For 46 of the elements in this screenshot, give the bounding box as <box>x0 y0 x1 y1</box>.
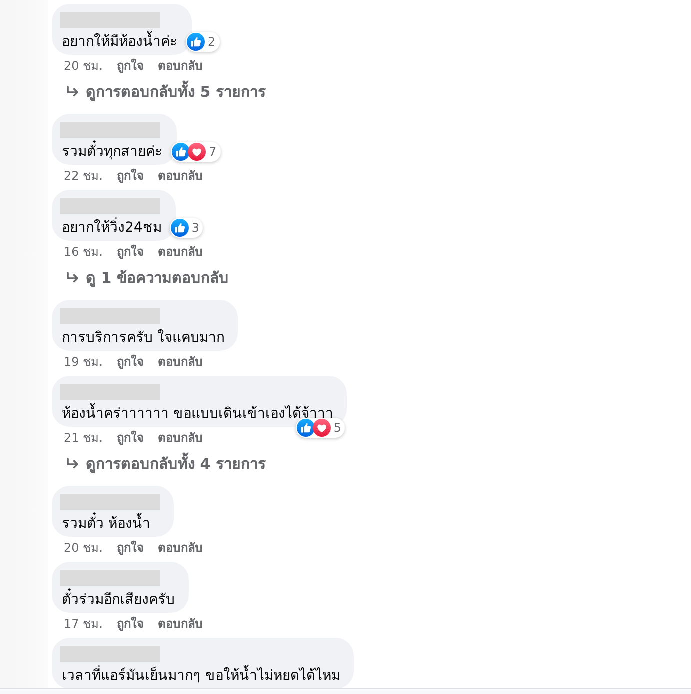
comment-text: อยากให้วิ่ง24ชม <box>60 218 162 238</box>
like-action-link[interactable]: ถูกใจ <box>116 244 144 260</box>
comment-time-link[interactable]: 20 ชม. <box>64 540 103 556</box>
reaction-count: 7 <box>209 144 217 160</box>
reply-action-link[interactable]: ตอบกลับ <box>158 540 203 556</box>
reply-arrow-icon <box>66 272 80 284</box>
thumbs-up-icon <box>170 219 189 237</box>
like-action-link[interactable]: ถูกใจ <box>116 354 144 370</box>
comment-time-link[interactable]: 19 ชม. <box>64 354 103 370</box>
comment-time-link[interactable]: 22 ชม. <box>64 168 103 184</box>
like-action-link[interactable]: ถูกใจ <box>116 168 144 184</box>
view-replies-link[interactable]: ดู 1 ข้อความตอบกลับ <box>66 268 229 288</box>
comment-text: การบริการครับ ใจแคบมาก <box>61 328 224 348</box>
like-action-link[interactable]: ถูกใจ <box>116 58 144 74</box>
view-replies-link[interactable]: ดูการตอบกลับทั้ง 5 รายการ <box>66 82 266 102</box>
reaction-count: 3 <box>192 220 200 236</box>
reaction-count: 2 <box>208 34 216 50</box>
comment-text: รวมตั๋ว ห้องน้ำ <box>60 514 160 534</box>
reaction-badge[interactable]: 7 <box>171 142 221 162</box>
thumbs-up-icon <box>172 143 190 161</box>
comment-time-link[interactable]: 21 ชม. <box>64 430 103 446</box>
like-action-link[interactable]: ถูกใจ <box>116 540 144 556</box>
reply-action-link[interactable]: ตอบกลับ <box>158 168 203 184</box>
reply-arrow-icon <box>66 458 80 470</box>
reply-arrow-icon <box>66 86 80 98</box>
reaction-count: 5 <box>334 420 342 436</box>
comment-text: อยากให้มีห้องน้ำค่ะ <box>60 32 178 52</box>
comment-text: รวมตั๋วทุกสายค่ะ <box>60 142 163 162</box>
comment-text: เวลาที่แอร์มันเย็นมากๆ ขอให้น้ำไม่หยดได้ไหม <box>60 666 340 686</box>
like-action-link[interactable]: ถูกใจ <box>116 616 144 632</box>
thumbs-up-icon <box>296 419 315 437</box>
thumbs-up-icon <box>187 33 205 51</box>
comment-text: ตั๋วร่วมอีกเสียงครับ <box>60 590 175 610</box>
reaction-badge[interactable]: 2 <box>186 32 220 52</box>
reply-action-link[interactable]: ตอบกลับ <box>158 616 203 632</box>
view-replies-link[interactable]: ดูการตอบกลับทั้ง 4 รายการ <box>66 454 266 474</box>
reply-action-link[interactable]: ตอบกลับ <box>158 244 203 260</box>
comment-time-link[interactable]: 20 ชม. <box>64 58 103 74</box>
like-action-link[interactable]: ถูกใจ <box>116 430 144 446</box>
comment-time-link[interactable]: 16 ชม. <box>64 244 103 260</box>
reply-action-link[interactable]: ตอบกลับ <box>158 58 203 74</box>
reply-action-link[interactable]: ตอบกลับ <box>158 430 203 446</box>
comment-time-link[interactable]: 17 ชม. <box>64 616 103 632</box>
reaction-badge[interactable]: 5 <box>296 418 346 438</box>
reaction-badge[interactable]: 3 <box>170 218 204 238</box>
reply-action-link[interactable]: ตอบกลับ <box>158 354 203 370</box>
